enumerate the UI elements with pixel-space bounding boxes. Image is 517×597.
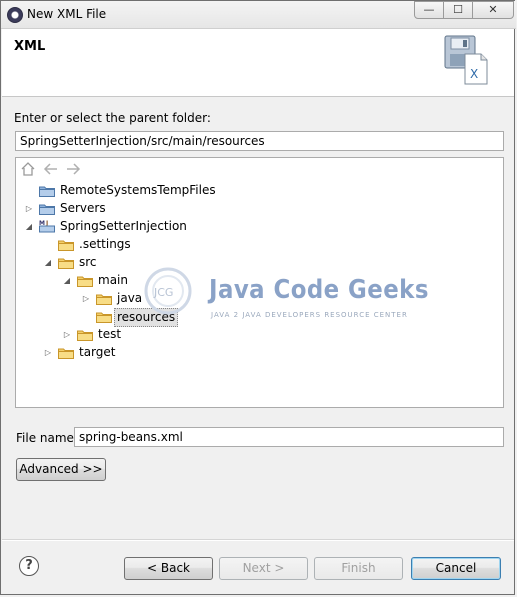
folder-icon xyxy=(58,257,74,269)
tree-item-label: main xyxy=(98,273,128,287)
xml-file-save-icon: X xyxy=(443,34,491,86)
finish-button[interactable]: Finish xyxy=(314,557,403,580)
project-folder-icon xyxy=(39,203,55,215)
cancel-button[interactable]: Cancel xyxy=(411,557,501,580)
tree-item[interactable]: ◢ main xyxy=(16,272,496,289)
collapsed-arrow-icon[interactable]: ▷ xyxy=(81,290,91,307)
back-button[interactable]: < Back xyxy=(124,557,213,580)
back-arrow-icon[interactable] xyxy=(43,162,59,180)
help-icon[interactable]: ? xyxy=(19,556,39,576)
forward-arrow-icon[interactable] xyxy=(65,162,81,180)
svg-text:X: X xyxy=(470,67,478,81)
folder-icon xyxy=(58,347,74,359)
folder-icon xyxy=(96,311,112,323)
tree-item[interactable]: resources xyxy=(16,308,496,327)
tree-item[interactable]: ▷ target xyxy=(16,344,496,361)
folder-icon xyxy=(77,275,93,287)
window-title: New XML File xyxy=(27,7,107,21)
tree-item-label: RemoteSystemsTempFiles xyxy=(60,183,216,197)
parent-folder-input[interactable]: SpringSetterInjection/src/main/resources xyxy=(15,131,504,151)
footer-separator xyxy=(2,539,514,541)
folder-icon xyxy=(58,239,74,251)
expanded-arrow-icon[interactable]: ◢ xyxy=(62,272,72,289)
project-folder-icon xyxy=(39,185,55,197)
folder-icon xyxy=(96,293,112,305)
eclipse-icon xyxy=(7,7,23,23)
expanded-arrow-icon[interactable]: ◢ xyxy=(43,254,53,271)
tree-item-label: SpringSetterInjection xyxy=(60,219,187,233)
title-bar[interactable]: New XML File — ☐ ✕ xyxy=(1,1,516,29)
parent-folder-label: Enter or select the parent folder: xyxy=(14,111,211,125)
tree-item[interactable]: .settings xyxy=(16,236,496,253)
folder-tree[interactable]: RemoteSystemsTempFiles ▷ Servers ◢ M J SpringS… xyxy=(15,157,504,408)
wizard-title: XML xyxy=(14,39,46,54)
tree-item-label: test xyxy=(98,327,122,341)
advanced-button[interactable]: Advanced >> xyxy=(16,458,106,481)
tree-item-label: src xyxy=(79,255,97,269)
tree-item[interactable]: ▷ java xyxy=(16,290,496,307)
tree-item[interactable]: ▷ test xyxy=(16,326,496,343)
tree-item-label: .settings xyxy=(79,237,131,251)
maximize-button[interactable]: ☐ xyxy=(443,1,473,19)
collapsed-arrow-icon[interactable]: ▷ xyxy=(24,200,34,217)
tree-item-label: java xyxy=(117,291,143,305)
tree-item[interactable]: ◢ src xyxy=(16,254,496,271)
file-name-label: File name: xyxy=(16,431,78,445)
tree-item[interactable]: ▷ Servers xyxy=(16,200,496,217)
file-name-input[interactable]: spring-beans.xml xyxy=(74,427,504,447)
tree-item-label: target xyxy=(79,345,116,359)
tree-item[interactable]: ◢ M J SpringSetterInjection xyxy=(16,218,496,235)
next-button[interactable]: Next > xyxy=(219,557,308,580)
collapsed-arrow-icon[interactable]: ▷ xyxy=(62,326,72,343)
minimize-button[interactable]: — xyxy=(414,1,444,19)
tree-item[interactable]: RemoteSystemsTempFiles xyxy=(16,182,496,199)
folder-icon xyxy=(77,329,93,341)
new-xml-file-dialog: New XML File — ☐ ✕ XML X Enter or select… xyxy=(0,0,516,595)
home-icon[interactable] xyxy=(21,162,35,180)
expanded-arrow-icon[interactable]: ◢ xyxy=(24,218,34,235)
tree-item-label: resources xyxy=(114,308,179,327)
tree-item-label: Servers xyxy=(60,201,106,215)
wizard-banner: XML X xyxy=(2,29,514,97)
collapsed-arrow-icon[interactable]: ▷ xyxy=(43,344,53,361)
close-button[interactable]: ✕ xyxy=(472,1,514,19)
maven-java-project-icon: MJ xyxy=(39,219,55,233)
